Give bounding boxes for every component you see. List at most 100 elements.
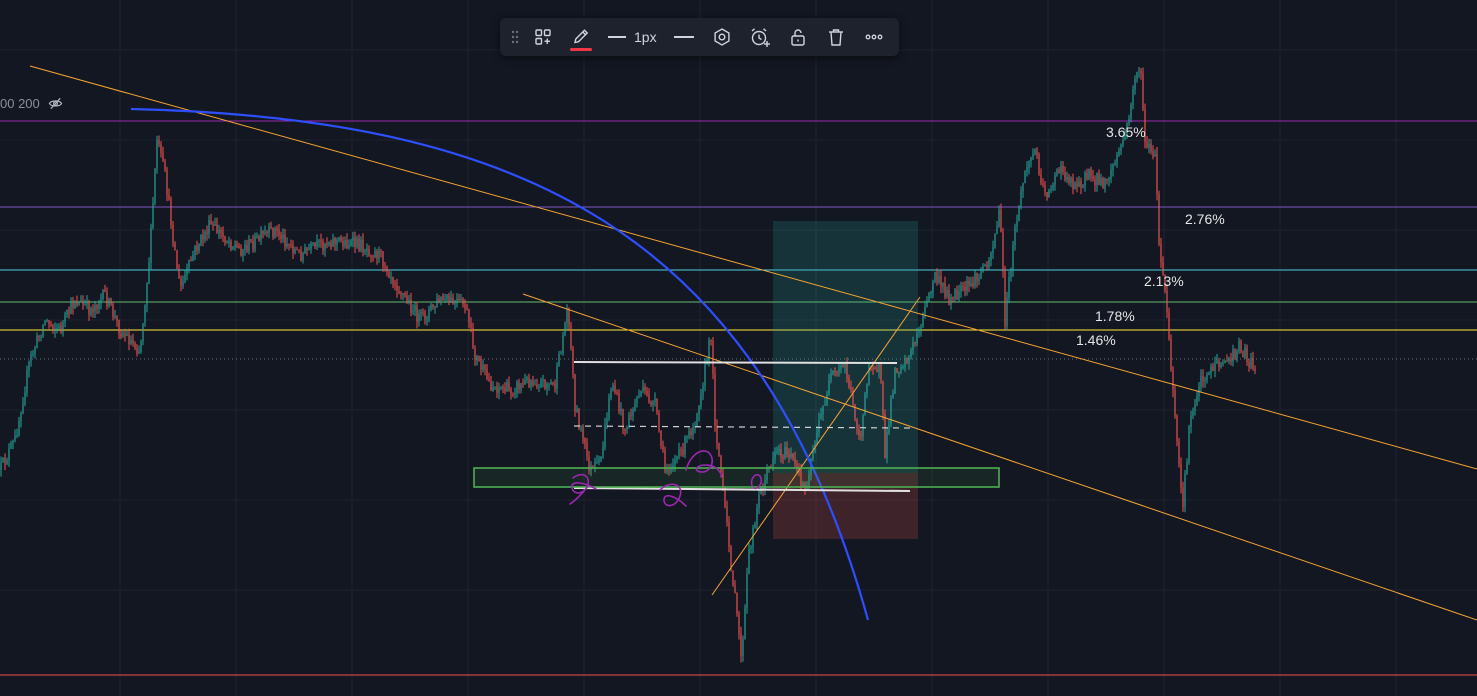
candle-body — [660, 430, 662, 446]
candle-body — [700, 395, 702, 406]
candle-body — [1254, 368, 1256, 372]
candle-body — [604, 424, 606, 448]
candle-body — [524, 380, 526, 384]
templates-icon — [534, 28, 552, 46]
candle-body — [476, 355, 478, 361]
candle-body — [410, 299, 412, 313]
settings-button[interactable] — [707, 22, 737, 52]
candle-body — [50, 323, 52, 326]
candle-body — [188, 259, 190, 268]
candle-body — [526, 377, 528, 381]
candle-body — [984, 264, 986, 267]
candle-body — [812, 451, 814, 460]
candle-body — [930, 292, 932, 294]
candle-body — [926, 300, 928, 307]
candle-body — [714, 373, 716, 426]
candle-body — [1098, 173, 1100, 185]
candle-body — [122, 333, 124, 337]
line-width-button[interactable]: 1px — [604, 22, 661, 52]
candle-body — [430, 304, 432, 310]
candle-body — [1170, 339, 1172, 370]
delete-button[interactable] — [821, 22, 851, 52]
candle-body — [242, 249, 244, 256]
candle-body — [1228, 358, 1230, 362]
candle-body — [828, 380, 830, 395]
candle-body — [1062, 165, 1064, 172]
candle-body — [1128, 119, 1130, 123]
candle-body — [554, 383, 556, 389]
candle-body — [586, 442, 588, 457]
candle-body — [124, 333, 126, 336]
candle-body — [522, 383, 524, 385]
candle-body — [300, 250, 302, 261]
drawing-toolbar[interactable]: 1px — [500, 18, 899, 56]
candle-body — [600, 456, 602, 460]
drag-handle-icon[interactable] — [508, 22, 522, 52]
candle-body — [894, 368, 896, 394]
candle-body — [382, 251, 384, 267]
candle-body — [892, 393, 894, 399]
candle-body — [732, 570, 734, 586]
candle-body — [846, 363, 848, 378]
eye-crossed-icon[interactable] — [48, 95, 64, 111]
candle-body — [1040, 174, 1042, 184]
candle-body — [462, 299, 464, 305]
candle-body — [678, 449, 680, 457]
candle-body — [1176, 416, 1178, 442]
candle-body — [452, 297, 454, 304]
trendline-descending-long — [29, 65, 1477, 470]
candle-body — [738, 613, 740, 634]
candle-body — [158, 140, 160, 144]
candle-body — [88, 301, 90, 315]
add-alert-button[interactable] — [745, 22, 775, 52]
candle-body — [64, 314, 66, 323]
candle-body — [4, 457, 6, 464]
candle-body — [842, 365, 844, 368]
indicator-legend[interactable]: 00 200 — [0, 94, 64, 112]
candle-body — [616, 392, 618, 394]
candle-body — [882, 381, 884, 415]
candle-body — [932, 282, 934, 293]
more-button[interactable] — [859, 22, 889, 52]
candle-body — [208, 220, 210, 234]
candle-body — [214, 224, 216, 226]
candle-body — [220, 230, 222, 233]
candle-body — [692, 426, 694, 435]
candle-body — [1226, 360, 1228, 362]
candle-body — [156, 140, 158, 169]
candle-body — [944, 283, 946, 297]
candle-body — [652, 401, 654, 405]
line-color-button[interactable] — [566, 22, 596, 52]
candle-body — [968, 281, 970, 286]
candle-body — [496, 386, 498, 393]
candle-body — [614, 385, 616, 393]
candle-body — [458, 299, 460, 301]
candle-body — [1112, 164, 1114, 171]
lock-button[interactable] — [783, 22, 813, 52]
templates-button[interactable] — [528, 22, 558, 52]
candle-body — [638, 395, 640, 398]
candle-body — [248, 239, 250, 252]
candle-body — [1148, 144, 1150, 148]
candle-body — [1210, 366, 1212, 373]
candle-body — [1242, 352, 1244, 358]
candle-body — [602, 447, 604, 457]
price-chart-canvas[interactable]: 3.65% 2.76% 2.13% 1.78% 1.46% — [0, 0, 1477, 696]
candle-body — [272, 227, 274, 238]
chart-area[interactable]: 3.65% 2.76% 2.13% 1.78% 1.46% 00 200 1px — [0, 0, 1477, 696]
candle-body — [976, 273, 978, 281]
candle-body — [1196, 395, 1198, 405]
candle-body — [856, 419, 858, 430]
candle-body — [1068, 177, 1070, 184]
candle-body — [822, 405, 824, 414]
candle-body — [94, 305, 96, 312]
candle-body — [512, 393, 514, 395]
candle-body — [172, 225, 174, 243]
candle-body — [1034, 149, 1036, 155]
candle-body — [28, 361, 30, 371]
candle-body — [994, 234, 996, 248]
candle-body — [282, 234, 284, 239]
candle-body — [878, 364, 880, 372]
pct-label-4: 1.78% — [1095, 308, 1135, 324]
line-style-button[interactable] — [669, 22, 699, 52]
